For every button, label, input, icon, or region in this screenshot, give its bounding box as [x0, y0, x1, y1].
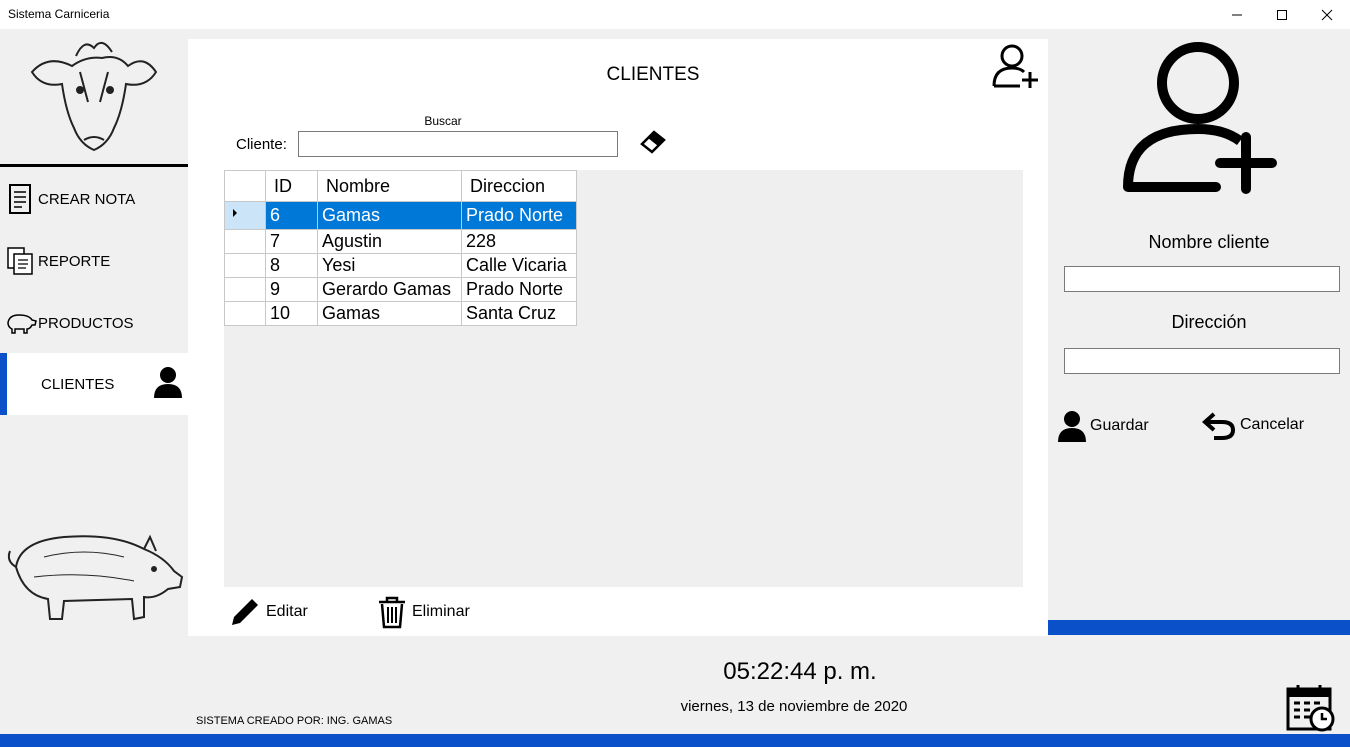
- add-user-icon: [992, 44, 1038, 88]
- row-header[interactable]: [224, 277, 266, 302]
- active-indicator: [0, 353, 7, 415]
- cell-id[interactable]: 8: [265, 253, 318, 278]
- table-row[interactable]: 6 Gamas Prado Norte: [224, 201, 577, 230]
- cell-id[interactable]: 7: [265, 229, 318, 254]
- sidebar-item-crear-nota[interactable]: CREAR NOTA: [0, 168, 188, 230]
- cell-direccion[interactable]: Calle Vicaria: [461, 253, 577, 278]
- undo-icon: [1202, 412, 1236, 440]
- cell-direccion[interactable]: Prado Norte: [461, 201, 577, 230]
- sidebar: CREAR NOTA REPORTE PRODUCTOS CLIENTES: [0, 29, 188, 734]
- cell-nombre[interactable]: Gerardo Gamas: [317, 277, 462, 302]
- maximize-icon: [1277, 9, 1287, 20]
- client-name-field[interactable]: [1064, 266, 1340, 292]
- sidebar-item-label: CLIENTES: [41, 375, 115, 393]
- cell-id[interactable]: 9: [265, 277, 318, 302]
- row-header[interactable]: [224, 301, 266, 326]
- document-icon: [4, 183, 38, 215]
- title-bar: Sistema Carniceria: [0, 0, 1350, 29]
- sidebar-item-clientes[interactable]: CLIENTES: [0, 353, 188, 415]
- right-accent-bar: [1048, 620, 1350, 635]
- close-icon: [1321, 9, 1333, 20]
- edit-label: Editar: [266, 603, 308, 620]
- search-caption: Buscar: [424, 114, 462, 128]
- client-address-field[interactable]: [1064, 348, 1340, 374]
- sidebar-item-productos[interactable]: PRODUCTOS: [0, 292, 188, 354]
- close-button[interactable]: [1304, 0, 1350, 29]
- cell-direccion[interactable]: Santa Cruz: [461, 301, 577, 326]
- add-user-button[interactable]: [990, 42, 1040, 95]
- user-save-icon: [1058, 411, 1086, 442]
- sidebar-item-reporte[interactable]: REPORTE: [0, 230, 188, 292]
- calendar-clock-icon: [1286, 685, 1335, 732]
- current-row-icon: [233, 209, 237, 217]
- row-header[interactable]: [224, 201, 266, 230]
- user-icon: [153, 365, 183, 403]
- cell-id[interactable]: 6: [265, 201, 318, 230]
- calendar-clock-button[interactable]: [1286, 683, 1336, 738]
- search-label: Cliente:: [236, 136, 287, 153]
- column-header-nombre[interactable]: Nombre: [317, 170, 462, 202]
- credit-text: SISTEMA CREADO POR: ING. GAMAS: [196, 715, 393, 727]
- eraser-icon: [640, 130, 666, 154]
- cell-nombre[interactable]: Gamas: [317, 201, 462, 230]
- table-row[interactable]: 7 Agustin 228: [224, 229, 577, 254]
- maximize-button[interactable]: [1259, 0, 1305, 29]
- sidebar-divider: [0, 164, 188, 167]
- cell-nombre[interactable]: Yesi: [317, 253, 462, 278]
- minimize-button[interactable]: [1214, 0, 1260, 29]
- reports-icon: [4, 246, 38, 276]
- delete-button[interactable]: Eliminar: [376, 595, 470, 629]
- sidebar-item-label: REPORTE: [38, 252, 111, 270]
- trash-icon: [379, 596, 405, 629]
- name-label: Nombre cliente: [1148, 232, 1270, 252]
- search-input[interactable]: [298, 131, 618, 157]
- cell-direccion[interactable]: Prado Norte: [461, 277, 577, 302]
- save-button[interactable]: Guardar: [1058, 409, 1149, 443]
- clock-time: 05:22:44 p. m.: [723, 658, 877, 685]
- row-header[interactable]: [224, 229, 266, 254]
- cell-nombre[interactable]: Gamas: [317, 301, 462, 326]
- pig-logo: [7, 534, 184, 621]
- clear-search-button[interactable]: [638, 128, 668, 159]
- bottom-accent-bar: [0, 734, 1350, 747]
- table-row[interactable]: 10 Gamas Santa Cruz: [224, 301, 577, 326]
- delete-label: Eliminar: [412, 603, 470, 620]
- row-header[interactable]: [224, 253, 266, 278]
- window-title: Sistema Carniceria: [8, 7, 110, 21]
- row-header-corner: [224, 170, 266, 202]
- page-title: CLIENTES: [606, 64, 700, 85]
- cell-nombre[interactable]: Agustin: [317, 229, 462, 254]
- cell-direccion[interactable]: 228: [461, 229, 577, 254]
- clock-date: viernes, 13 de noviembre de 2020: [680, 698, 908, 715]
- table-row[interactable]: 8 Yesi Calle Vicaria: [224, 253, 577, 278]
- column-header-direccion[interactable]: Direccion: [461, 170, 577, 202]
- cow-logo: [30, 41, 158, 152]
- save-label: Guardar: [1090, 417, 1149, 434]
- column-header-id[interactable]: ID: [265, 170, 318, 202]
- add-user-large-icon: [1123, 42, 1277, 194]
- address-label: Dirección: [1171, 312, 1247, 332]
- clients-table: ID Nombre Direccion 6 Gamas Prado Norte …: [224, 170, 577, 326]
- cancel-label: Cancelar: [1240, 416, 1305, 433]
- minimize-icon: [1232, 14, 1242, 15]
- pig-icon: [4, 311, 38, 335]
- sidebar-item-label: PRODUCTOS: [38, 314, 134, 332]
- table-header-row: ID Nombre Direccion: [224, 170, 577, 202]
- edit-button[interactable]: Editar: [228, 595, 308, 629]
- table-row[interactable]: 9 Gerardo Gamas Prado Norte: [224, 277, 577, 302]
- cell-id[interactable]: 10: [265, 301, 318, 326]
- pencil-icon: [232, 599, 258, 625]
- cancel-button[interactable]: Cancelar: [1202, 410, 1304, 440]
- sidebar-item-label: CREAR NOTA: [38, 190, 136, 208]
